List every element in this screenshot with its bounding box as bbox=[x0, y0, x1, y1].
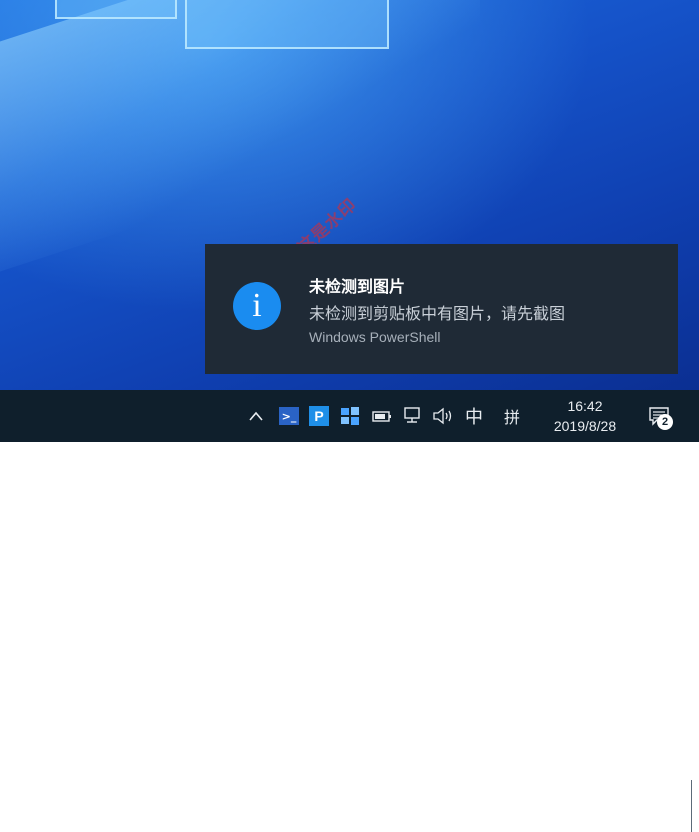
toast-source: Windows PowerShell bbox=[309, 329, 441, 345]
toast-title: 未检测到图片 bbox=[309, 277, 406, 296]
wallpaper-window-pane bbox=[185, 0, 389, 49]
powershell-icon[interactable]: >_ bbox=[276, 390, 302, 442]
clock[interactable]: 16:42 2019/8/28 bbox=[535, 390, 635, 442]
volume-icon[interactable] bbox=[430, 390, 456, 442]
p-app-icon[interactable]: P bbox=[306, 390, 332, 442]
network-icon[interactable] bbox=[400, 390, 426, 442]
clock-time: 16:42 bbox=[567, 398, 603, 414]
windows-flag-icon[interactable] bbox=[337, 390, 363, 442]
toast-notification[interactable]: i 未检测到图片 未检测到剪贴板中有图片，请先截图 Windows PowerS… bbox=[205, 244, 678, 374]
battery-icon[interactable] bbox=[369, 390, 395, 442]
show-desktop-button[interactable] bbox=[691, 780, 692, 832]
info-icon: i bbox=[233, 282, 281, 330]
notification-count-badge: 2 bbox=[657, 414, 673, 430]
ime-pinyin-indicator[interactable]: 拼 bbox=[496, 390, 528, 442]
taskbar: >_ P 中 拼 16:42 2019/8/28 bbox=[0, 390, 699, 832]
wallpaper-window-pane bbox=[55, 0, 177, 19]
ime-mode-indicator[interactable]: 中 bbox=[460, 390, 488, 442]
toast-body: 未检测到剪贴板中有图片，请先截图 bbox=[309, 304, 566, 323]
chevron-up-icon[interactable] bbox=[245, 390, 267, 442]
clock-date: 2019/8/28 bbox=[553, 418, 617, 434]
